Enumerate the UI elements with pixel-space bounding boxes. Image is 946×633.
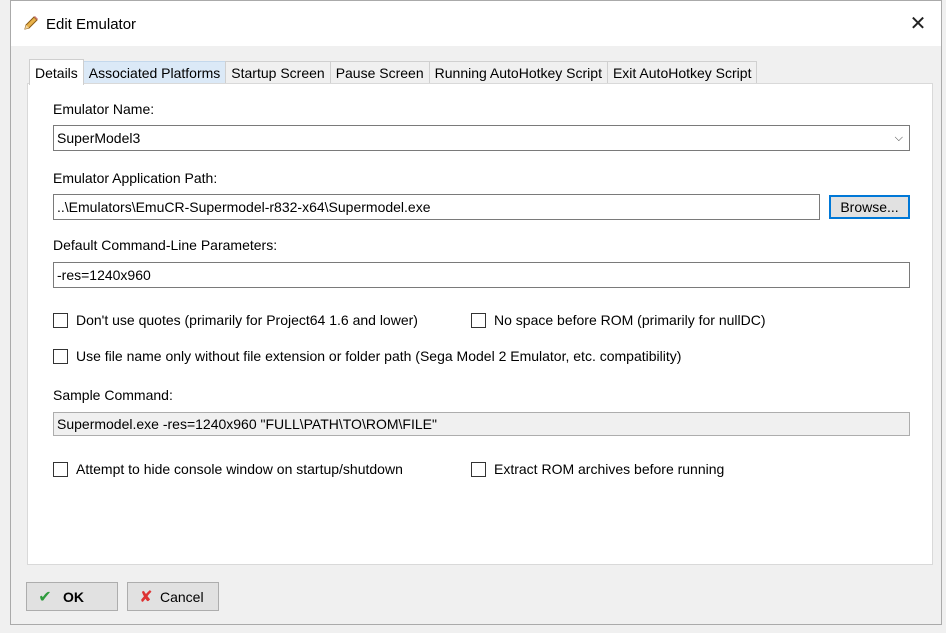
tab-exit-autohotkey-script[interactable]: Exit AutoHotkey Script — [606, 61, 758, 84]
tab-running-autohotkey-script[interactable]: Running AutoHotkey Script — [428, 61, 608, 84]
tab-startup-screen[interactable]: Startup Screen — [225, 61, 331, 84]
ok-label: OK — [63, 588, 84, 605]
checkbox-box[interactable] — [53, 348, 68, 364]
params-value: -res=1240x960 — [57, 267, 151, 283]
params-input[interactable]: -res=1240x960 — [53, 262, 910, 288]
emulator-name-combobox[interactable]: SuperModel3 ⌵ — [53, 125, 910, 151]
extract-rom-label: Extract ROM archives before running — [494, 461, 725, 477]
emulator-name-value: SuperModel3 — [57, 130, 141, 146]
filename-only-label: Use file name only without file extensio… — [76, 348, 682, 364]
chevron-down-icon[interactable]: ⌵ — [895, 126, 903, 150]
no-space-checkbox[interactable]: No space before ROM (primarily for nullD… — [471, 312, 766, 328]
edit-emulator-dialog: Edit Emulator ✕ Details Associated Platf… — [10, 0, 942, 625]
no-space-label: No space before ROM (primarily for nullD… — [494, 312, 766, 328]
close-button[interactable]: ✕ — [895, 1, 941, 46]
emulator-name-label: Emulator Name: — [53, 101, 155, 117]
browse-button[interactable]: Browse... — [829, 195, 910, 219]
checkbox-box[interactable] — [471, 461, 486, 477]
sample-command-field: Supermodel.exe -res=1240x960 "FULL\PATH\… — [53, 412, 910, 436]
no-quotes-label: Don't use quotes (primarily for Project6… — [76, 312, 418, 328]
filename-only-checkbox[interactable]: Use file name only without file extensio… — [53, 348, 681, 364]
extract-rom-checkbox[interactable]: Extract ROM archives before running — [471, 461, 724, 477]
window-title: Edit Emulator — [46, 16, 137, 33]
no-quotes-checkbox[interactable]: Don't use quotes (primarily for Project6… — [53, 312, 418, 328]
app-path-input[interactable]: ..\Emulators\EmuCR-Supermodel-r832-x64\S… — [53, 194, 820, 220]
hide-console-checkbox[interactable]: Attempt to hide console window on startu… — [53, 461, 403, 477]
tab-details[interactable]: Details — [29, 59, 84, 85]
checkmark-icon: ✔ — [38, 588, 52, 606]
tab-pause-screen[interactable]: Pause Screen — [329, 61, 430, 84]
app-path-label: Emulator Application Path: — [53, 170, 218, 186]
checkbox-box[interactable] — [53, 312, 68, 328]
tab-associated-platforms[interactable]: Associated Platforms — [82, 61, 227, 84]
params-label: Default Command-Line Parameters: — [53, 237, 278, 253]
cancel-label: Cancel — [160, 588, 204, 605]
cancel-button[interactable]: ✘ Cancel — [127, 582, 219, 611]
app-path-value: ..\Emulators\EmuCR-Supermodel-r832-x64\S… — [57, 199, 431, 215]
pencil-icon — [22, 14, 40, 32]
x-icon: ✘ — [139, 588, 153, 606]
details-panel: Emulator Name: SuperModel3 ⌵ Emulator Ap… — [27, 83, 933, 565]
ok-button[interactable]: ✔ OK — [26, 582, 118, 611]
sample-command-label: Sample Command: — [53, 387, 173, 403]
title-bar: Edit Emulator ✕ — [11, 1, 941, 46]
hide-console-label: Attempt to hide console window on startu… — [76, 461, 403, 477]
close-icon: ✕ — [909, 13, 927, 35]
sample-command-value: Supermodel.exe -res=1240x960 "FULL\PATH\… — [57, 416, 437, 432]
checkbox-box[interactable] — [471, 312, 486, 328]
checkbox-box[interactable] — [53, 461, 68, 477]
tab-strip: Details Associated Platforms Startup Scr… — [29, 59, 758, 85]
